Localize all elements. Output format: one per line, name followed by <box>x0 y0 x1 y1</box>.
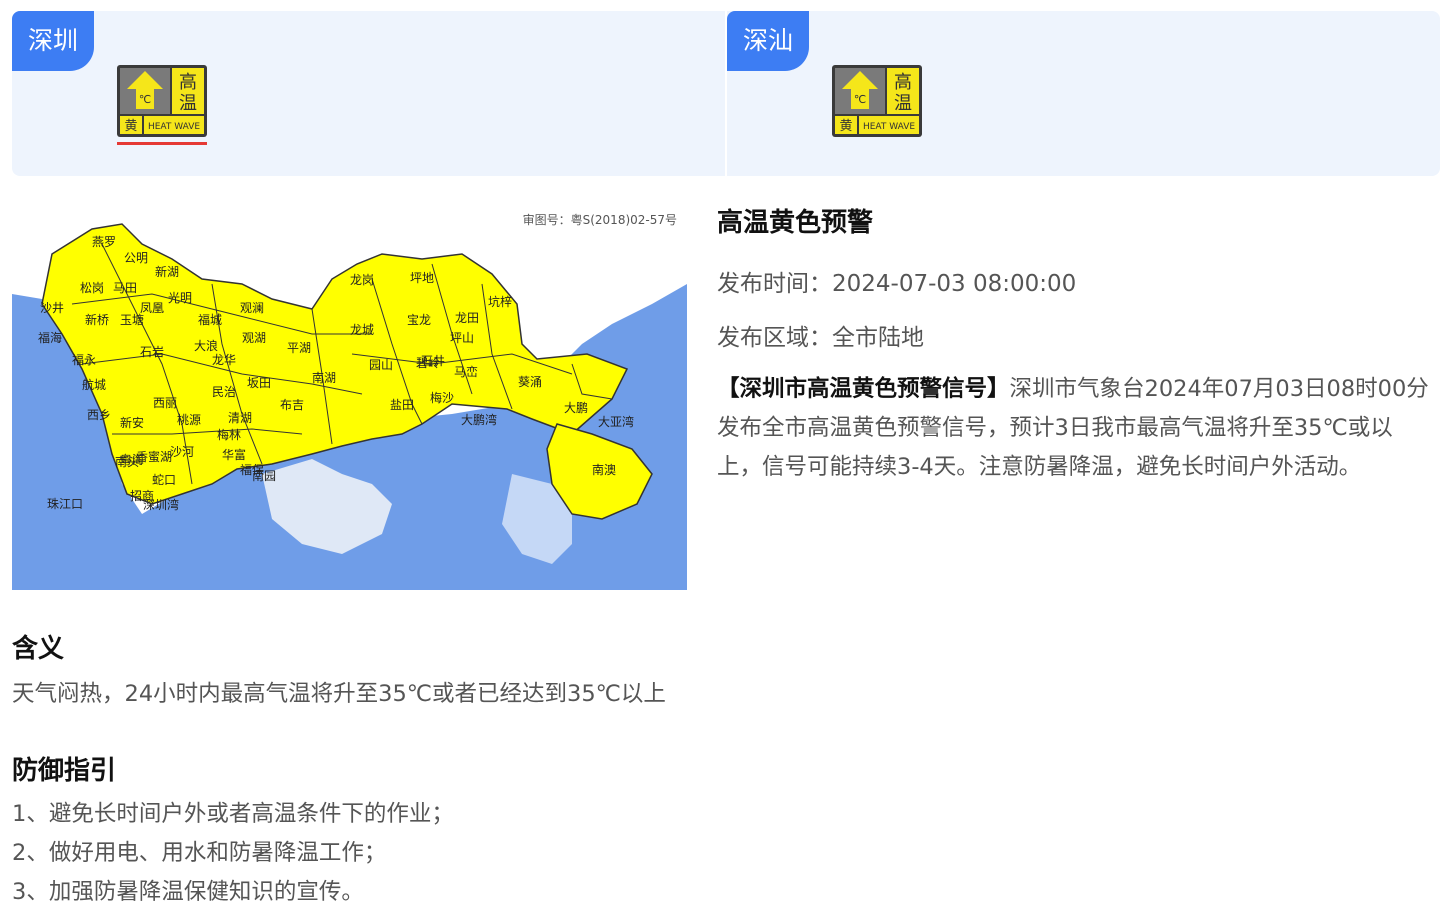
signal-unit: ℃ <box>139 93 151 106</box>
guide-item: 3、加强防暑降温保健知识的宣传。 <box>12 879 364 905</box>
map-label: 龙华 <box>212 353 236 367</box>
map-label: 香蜜湖 <box>136 449 172 464</box>
map-label: 平湖 <box>287 340 311 355</box>
map-label: 西乡 <box>87 408 111 422</box>
publish-time-value: 2024-07-03 08:00:00 <box>832 271 1077 297</box>
publish-area-row: 发布区域：全市陆地 <box>717 318 924 352</box>
map-label: 龙城 <box>350 323 374 337</box>
signal-char-2: 温 <box>894 93 912 114</box>
map-label: 南澳 <box>592 462 616 477</box>
map-label: 坂田 <box>247 376 271 390</box>
signal-char-1: 高 <box>179 72 197 93</box>
map-label: 松岗 <box>80 281 104 295</box>
warning-map: 燕罗 公明 新湖 松岗 马田 光明 沙井 凤凰 新桥 玉塘 福城 观澜 福海 石岩 大浪 观湖 平湖 福永 龙华 民治… <box>12 184 687 590</box>
warning-content: 【深圳市高温黄色预警信号】深圳市气象台2024年07月03日08时00分发布全市… <box>717 370 1437 487</box>
map-label: 公明 <box>124 251 148 265</box>
map-label: 盐田 <box>390 398 414 412</box>
map-label: 马田 <box>113 281 137 295</box>
map-label: 坑梓 <box>488 294 512 309</box>
warning-title: 高温黄色预警 <box>717 208 874 238</box>
map-label: 深圳湾 <box>143 497 179 512</box>
map-label: 马峦 <box>454 364 478 379</box>
signal-unit: ℃ <box>854 93 866 106</box>
map-label: 民治 <box>212 385 236 399</box>
map-label: 清湖 <box>228 410 252 425</box>
map-label: 园山 <box>369 358 393 372</box>
map-label: 新湖 <box>155 264 179 279</box>
map-label: 大鹏 <box>564 401 588 415</box>
map-label: 龙岗 <box>350 273 374 287</box>
map-label: 观湖 <box>242 330 266 345</box>
warning-content-head: 【深圳市高温黄色预警信号】 <box>717 376 1010 402</box>
publish-area-value: 全市陆地 <box>832 325 924 351</box>
publish-area-label: 发布区域： <box>717 325 832 351</box>
publish-time-row: 发布时间：2024-07-03 08:00:00 <box>717 264 1076 298</box>
selected-indicator <box>117 142 207 145</box>
map-label: 梅林 <box>217 427 241 442</box>
map-label: 燕罗 <box>92 235 116 249</box>
signal-english: HEAT WAVE <box>148 122 200 132</box>
region-tab-shenzhen[interactable]: 深圳 <box>12 11 95 71</box>
map-label: 大浪 <box>194 338 218 353</box>
map-approval-number: 审图号：粤S(2018)02-57号 <box>523 212 677 227</box>
meaning-title: 含义 <box>12 634 65 664</box>
map-label: 宝龙 <box>407 313 431 327</box>
map-label: 玉塘 <box>120 312 144 327</box>
map-label: 观澜 <box>240 301 264 315</box>
map-label: 西丽 <box>153 396 177 410</box>
guide-item: 1、避免长时间户外或者高温条件下的作业； <box>12 801 454 827</box>
map-label: 大亚湾 <box>598 414 634 429</box>
shenzhen-map-svg: 燕罗公明新湖松岗 马田光明沙井 凤凰新桥 玉塘 福城观澜福海石岩 大浪观湖平湖福永 龙华民治… <box>12 184 687 590</box>
map-label: 桃源 <box>177 412 201 427</box>
heat-wave-yellow-icon[interactable]: ℃ 高 温 黄 HEAT WAVE <box>832 65 922 137</box>
meaning-text: 天气闷热，24小时内最高气温将升至35℃或者已经达到35℃以上 <box>12 681 666 707</box>
map-label: 南园 <box>252 468 276 483</box>
region-tab-shenshan[interactable]: 深汕 <box>727 11 810 71</box>
map-label: 石岩 <box>140 344 164 359</box>
map-label: 福海 <box>38 330 62 345</box>
map-label: 福城 <box>198 312 222 327</box>
map-label: 梅沙 <box>430 390 454 405</box>
signal-english: HEAT WAVE <box>863 122 915 132</box>
map-label: 布吉 <box>280 398 304 412</box>
map-label: 新桥 <box>85 312 109 327</box>
map-label: 新安 <box>120 415 144 430</box>
map-label: 蛇口 <box>152 472 176 487</box>
map-label: 沙河 <box>170 445 194 459</box>
region-panel-shenzhen: 深圳 ℃ 高 温 黄 HEAT WAVE <box>12 11 725 176</box>
signal-char-1: 高 <box>894 72 912 93</box>
map-label: 坪山 <box>450 331 474 345</box>
map-label: 南湖 <box>312 370 336 385</box>
map-label: 大鹏湾 <box>461 412 497 427</box>
publish-time-label: 发布时间： <box>717 271 832 297</box>
signal-level: 黄 <box>839 119 852 134</box>
map-label: 航城 <box>82 377 106 392</box>
map-label: 沙井 <box>40 301 64 315</box>
map-label: 石井 <box>421 354 445 368</box>
map-label: 坪地 <box>410 271 434 285</box>
map-label: 葵涌 <box>518 375 542 389</box>
map-label: 福永 <box>72 352 96 367</box>
region-panel-shenshan: 深汕 ℃ 高 温 黄 HEAT WAVE <box>727 11 1440 176</box>
map-label: 珠江口 <box>47 497 83 511</box>
signal-char-2: 温 <box>179 93 197 114</box>
map-label: 华富 <box>222 447 246 462</box>
guide-item: 2、做好用电、用水和防暑降温工作； <box>12 840 387 866</box>
signal-level: 黄 <box>124 119 137 134</box>
heat-wave-yellow-icon[interactable]: ℃ 高 温 黄 HEAT WAVE <box>117 65 207 137</box>
guide-title: 防御指引 <box>12 756 117 786</box>
map-label: 光明 <box>168 291 192 305</box>
map-label: 龙田 <box>455 311 479 325</box>
